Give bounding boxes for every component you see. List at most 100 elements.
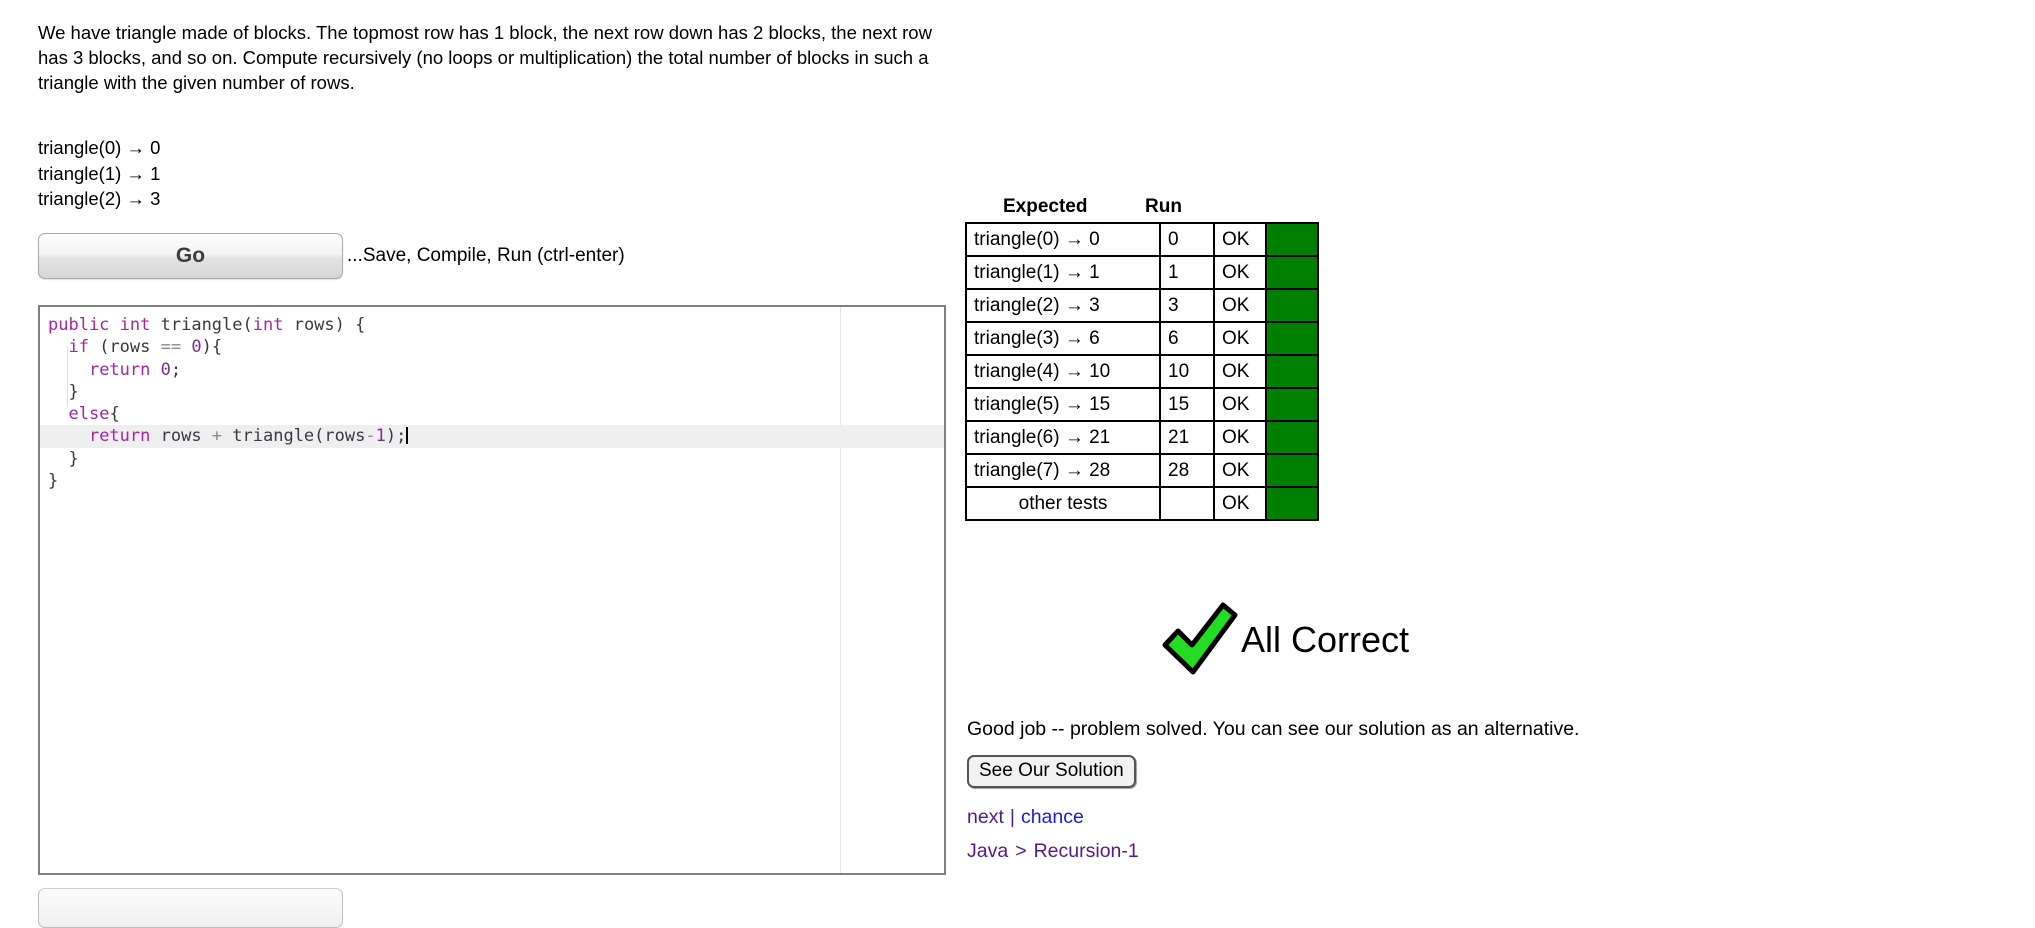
cell-status: OK <box>1213 420 1267 455</box>
next-link[interactable]: next <box>967 806 1004 828</box>
cell-run <box>1159 486 1215 521</box>
cell-status: OK <box>1213 387 1267 422</box>
code-token: if <box>68 337 89 358</box>
code-token: int <box>252 315 284 335</box>
code-line[interactable]: return 0; <box>40 359 944 381</box>
see-our-solution-button[interactable]: See Our Solution <box>967 755 1136 788</box>
cell-expected: triangle(0) → 0 <box>965 222 1161 257</box>
code-token: rows) { <box>283 315 366 335</box>
cell-status: OK <box>1213 222 1267 257</box>
code-line[interactable]: } <box>40 448 944 470</box>
cell-status: OK <box>1213 453 1267 488</box>
cell-run: 0 <box>1159 222 1215 257</box>
cell-expected: other tests <box>965 486 1161 521</box>
code-token: triangle(rows <box>222 426 366 447</box>
table-row: triangle(4) → 10 10 OK <box>965 354 1319 389</box>
breadcrumb-section-link[interactable]: Recursion-1 <box>1034 840 1139 862</box>
code-line[interactable]: if (rows == 0){ <box>40 336 944 358</box>
code-line[interactable]: } <box>40 470 944 492</box>
breadcrumb-separator: > <box>1015 840 1027 862</box>
verdict-message: Good job -- problem solved. You can see … <box>967 718 1580 740</box>
code-token: { <box>109 404 120 425</box>
code-token: int <box>119 315 151 335</box>
test-results-table: triangle(0) → 0 0 OK triangle(1) → 1 1 OK tria… <box>965 222 1319 521</box>
table-row: triangle(7) → 28 28 OK <box>965 453 1319 488</box>
code-editor[interactable]: public int triangle(int rows) { if (rows… <box>38 305 946 875</box>
cell-status: OK <box>1213 255 1267 290</box>
table-row: triangle(6) → 21 21 OK <box>965 420 1319 455</box>
code-line[interactable]: public int triangle(int rows) { <box>40 314 944 336</box>
cell-run: 28 <box>1159 453 1215 488</box>
table-row: triangle(0) → 0 0 OK <box>965 222 1319 257</box>
code-token: return <box>88 359 151 380</box>
cell-pass-indicator <box>1265 420 1319 455</box>
column-header-expected: Expected <box>1003 196 1088 217</box>
code-token: (rows <box>88 337 161 358</box>
go-button[interactable]: Go <box>38 233 343 279</box>
verdict-label: All Correct <box>1241 619 1410 660</box>
code-token: } <box>68 381 79 402</box>
cell-run: 10 <box>1159 354 1215 389</box>
code-token: ){ <box>201 337 223 358</box>
cell-expected: triangle(4) → 10 <box>965 354 1161 389</box>
code-token: + <box>211 426 223 447</box>
code-token: return <box>88 426 151 447</box>
code-lines-container[interactable]: public int triangle(int rows) { if (rows… <box>40 307 944 492</box>
code-token: 1 <box>375 426 386 447</box>
cell-pass-indicator <box>1265 222 1319 257</box>
code-token: == <box>160 337 182 358</box>
code-token: ); <box>385 426 407 447</box>
code-token: rows <box>150 426 212 447</box>
code-token: 0 <box>160 359 171 380</box>
problem-examples: triangle(0) → 0 triangle(1) → 1 triangle… <box>38 137 161 209</box>
code-token: else <box>68 404 110 425</box>
nav-separator: | <box>1009 806 1015 828</box>
cell-status: OK <box>1213 321 1267 356</box>
table-row: triangle(3) → 6 6 OK <box>965 321 1319 356</box>
problem-statement: We have triangle made of blocks. The top… <box>38 22 932 93</box>
table-row: triangle(2) → 3 3 OK <box>965 288 1319 323</box>
cell-expected: triangle(6) → 21 <box>965 420 1161 455</box>
cell-status: OK <box>1213 486 1267 521</box>
code-token: } <box>68 448 79 469</box>
cell-pass-indicator <box>1265 255 1319 290</box>
chance-link[interactable]: chance <box>1021 806 1084 828</box>
cell-pass-indicator <box>1265 387 1319 422</box>
editor-indent-guide <box>67 347 68 407</box>
code-token: - <box>365 426 376 447</box>
cell-run: 15 <box>1159 387 1215 422</box>
check-mark-icon <box>1162 602 1238 675</box>
cell-run: 6 <box>1159 321 1215 356</box>
cell-status: OK <box>1213 354 1267 389</box>
code-line[interactable]: return rows + triangle(rows-1); <box>40 425 944 448</box>
results-table-headers: Expected Run <box>965 196 1293 220</box>
table-row: triangle(1) → 1 1 OK <box>965 255 1319 290</box>
verdict-row: All Correct <box>965 598 1409 682</box>
cell-pass-indicator <box>1265 453 1319 488</box>
code-token: triangle( <box>150 315 253 335</box>
cell-run: 21 <box>1159 420 1215 455</box>
bottom-partial-button[interactable] <box>38 888 343 928</box>
table-row: other tests OK <box>965 486 1319 521</box>
code-token: } <box>48 471 59 492</box>
code-token: 0 <box>191 337 202 358</box>
cell-pass-indicator <box>1265 321 1319 356</box>
code-line[interactable]: else{ <box>40 403 944 425</box>
column-header-run: Run <box>1145 196 1182 217</box>
cell-status: OK <box>1213 288 1267 323</box>
breadcrumb-java-link[interactable]: Java <box>967 840 1008 862</box>
cell-pass-indicator <box>1265 354 1319 389</box>
cell-expected: triangle(7) → 28 <box>965 453 1161 488</box>
cell-run: 1 <box>1159 255 1215 290</box>
code-line[interactable]: } <box>40 381 944 403</box>
code-token: public <box>48 315 110 335</box>
